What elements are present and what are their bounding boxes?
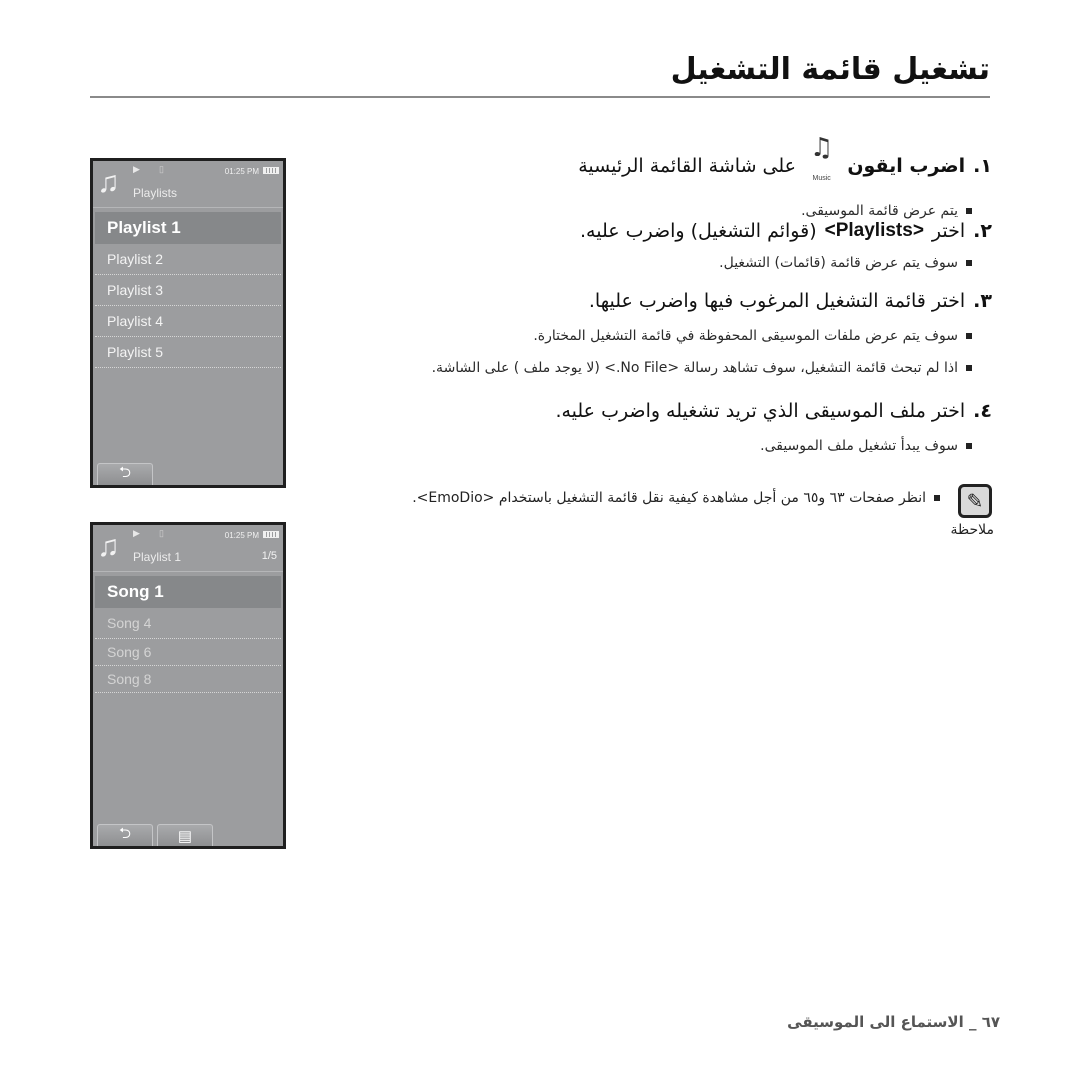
step-text: اختر bbox=[931, 220, 966, 242]
song-item[interactable]: Song 6 bbox=[95, 639, 281, 666]
list-menu-icon: ▤ bbox=[177, 827, 193, 845]
screen-title: Playlists bbox=[133, 186, 178, 200]
battery-icon bbox=[263, 531, 279, 538]
bullet-square-icon bbox=[966, 333, 972, 339]
step-2: ٢. اختر <Playlists> (قوائم التشغيل) واضر… bbox=[580, 213, 992, 277]
step-number: ٣. bbox=[973, 290, 992, 312]
song-item[interactable]: Song 8 bbox=[95, 666, 281, 693]
step-1: ١. اضرب ايقون ♫ Music على شاشة القائمة ا… bbox=[578, 135, 992, 225]
playlist-item-selected[interactable]: Playlist 1 bbox=[95, 212, 281, 244]
menu-button[interactable]: ▤ bbox=[157, 824, 213, 846]
step-number: ٤. bbox=[973, 400, 992, 422]
playlist-item[interactable]: Playlist 4 bbox=[95, 306, 281, 337]
bullet-square-icon bbox=[934, 495, 940, 501]
song-item-selected[interactable]: Song 1 bbox=[95, 576, 281, 608]
bullet-square-icon bbox=[966, 365, 972, 371]
back-button[interactable]: ⮌ bbox=[97, 463, 153, 485]
music-icon-label: Music bbox=[812, 175, 831, 182]
softkey-bar: ⮌ bbox=[97, 463, 153, 485]
note-label: ملاحظة bbox=[950, 522, 995, 538]
status-bar: ♫ ▶ ▯ 01:25 PM Playlist 1 1/5 bbox=[93, 525, 283, 572]
status-bar: ♫ ▶ ▯ 01:25 PM Playlists bbox=[93, 161, 283, 208]
music-note-icon: ♫ bbox=[810, 133, 834, 163]
bullet-square-icon bbox=[966, 260, 972, 266]
clock-time: 01:25 PM bbox=[224, 167, 259, 176]
step-text: (قوائم التشغيل) واضرب عليه. bbox=[579, 220, 817, 242]
music-note-icon: ♫ bbox=[97, 166, 120, 199]
step-4: ٤. اختر ملف الموسيقى الذي تريد تشغيله وا… bbox=[555, 393, 992, 463]
playlist-list: Playlist 1 Playlist 2 Playlist 3 Playlis… bbox=[93, 212, 283, 368]
step-4-heading: ٤. اختر ملف الموسيقى الذي تريد تشغيله وا… bbox=[555, 393, 992, 429]
step-1-heading: ١. اضرب ايقون ♫ Music على شاشة القائمة ا… bbox=[578, 135, 992, 197]
note-text: انظر صفحات ٦٣ و٦٥ من أجل مشاهدة كيفية نق… bbox=[412, 490, 940, 506]
play-status-icon: ▶ bbox=[133, 528, 140, 538]
page-footer: ٦٧ _ الاستماع الى الموسيقى bbox=[787, 1013, 1000, 1031]
step-number: ٢. bbox=[973, 220, 992, 242]
step-3-heading: ٣. اختر قائمة التشغيل المرغوب فيها واضرب… bbox=[432, 283, 992, 319]
step-text: اختر قائمة التشغيل المرغوب فيها واضرب عل… bbox=[588, 290, 966, 312]
step-text: اختر ملف الموسيقى الذي تريد تشغيله واضرب… bbox=[555, 400, 966, 422]
softkey-bar: ⮌ ▤ bbox=[97, 824, 213, 846]
title-divider bbox=[90, 96, 990, 98]
music-app-icon: ♫ Music bbox=[810, 135, 833, 197]
step-bullet: سوف يتم عرض ملفات الموسيقى المحفوظة في ق… bbox=[432, 319, 992, 353]
song-list: Song 1 Song 4 Song 6 Song 8 bbox=[93, 576, 283, 693]
screen-title: Playlist 1 bbox=[133, 550, 182, 564]
device-screen-songs: ♫ ▶ ▯ 01:25 PM Playlist 1 1/5 Song 1 Son… bbox=[90, 522, 286, 849]
bluetooth-icon: ▯ bbox=[159, 164, 164, 174]
step-2-heading: ٢. اختر <Playlists> (قوائم التشغيل) واضر… bbox=[580, 213, 992, 249]
device-screen-playlists: ♫ ▶ ▯ 01:25 PM Playlists Playlist 1 Play… bbox=[90, 158, 286, 488]
playlist-item[interactable]: Playlist 3 bbox=[95, 275, 281, 306]
step-text: اضرب ايقون bbox=[847, 155, 966, 177]
clock-time: 01:25 PM bbox=[224, 531, 259, 540]
back-icon: ⮌ bbox=[118, 464, 131, 481]
step-3: ٣. اختر قائمة التشغيل المرغوب فيها واضرب… bbox=[432, 283, 992, 383]
back-icon: ⮌ bbox=[118, 825, 131, 842]
step-bullet: سوف يبدأ تشغيل ملف الموسيقى. bbox=[555, 429, 992, 463]
bluetooth-icon: ▯ bbox=[159, 528, 164, 538]
play-status-icon: ▶ bbox=[133, 164, 140, 174]
step-number: ١. bbox=[973, 155, 992, 177]
playlist-item[interactable]: Playlist 5 bbox=[95, 337, 281, 368]
song-item[interactable]: Song 4 bbox=[95, 608, 281, 639]
back-button[interactable]: ⮌ bbox=[97, 824, 153, 846]
battery-icon bbox=[263, 167, 279, 174]
note-pen-icon: ✎ bbox=[958, 484, 992, 518]
playlist-item[interactable]: Playlist 2 bbox=[95, 244, 281, 275]
step-text: على شاشة القائمة الرئيسية bbox=[578, 155, 796, 177]
page-title: تشغيل قائمة التشغيل bbox=[670, 52, 990, 87]
music-note-icon: ♫ bbox=[97, 530, 120, 563]
track-count: 1/5 bbox=[261, 550, 277, 562]
step-bullet: سوف يتم عرض قائمة (قائمات) التشغيل. bbox=[580, 249, 992, 277]
playlists-keyword: <Playlists> bbox=[824, 220, 924, 241]
step-bullet: اذا لم تبحث قائمة التشغيل، سوف تشاهد رسا… bbox=[432, 353, 992, 383]
bullet-square-icon bbox=[966, 443, 972, 449]
